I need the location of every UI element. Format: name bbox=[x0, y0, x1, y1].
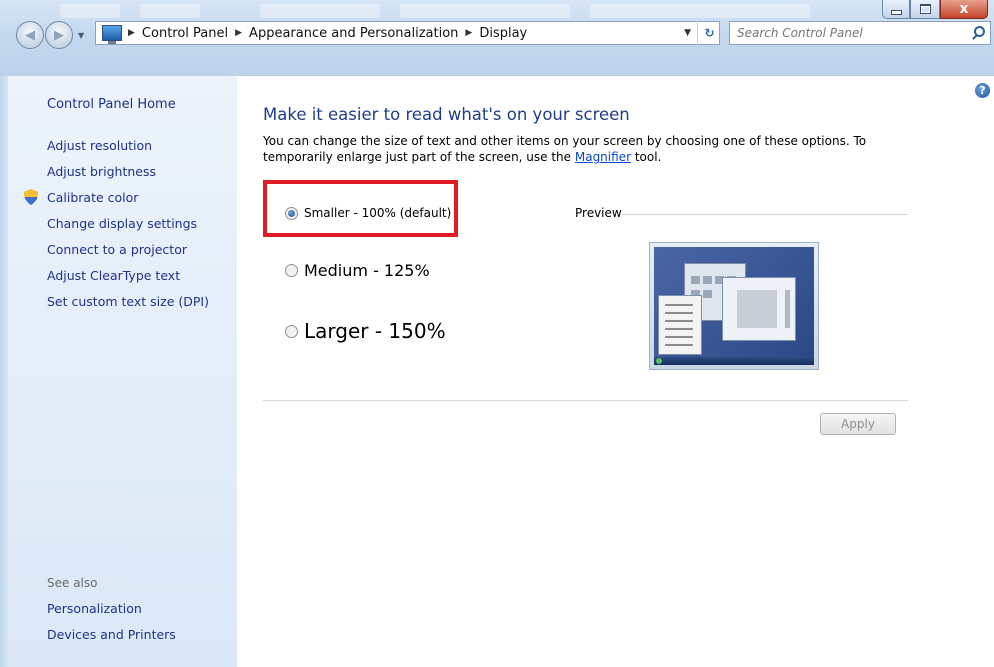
option-medium-label: Medium - 125% bbox=[304, 261, 430, 280]
magnifier-link[interactable]: Magnifier bbox=[575, 150, 631, 164]
preview-window bbox=[722, 277, 796, 341]
preview-divider bbox=[622, 214, 908, 215]
recent-pages-dropdown[interactable]: ▼ bbox=[78, 31, 84, 40]
preview-image bbox=[649, 242, 819, 370]
task-pane: Control Panel Home Adjust resolution Adj… bbox=[8, 76, 237, 667]
preview-label: Preview bbox=[575, 206, 622, 220]
back-button[interactable]: ◀ bbox=[16, 21, 44, 49]
minimize-icon bbox=[890, 9, 902, 15]
preview-screen bbox=[654, 247, 814, 365]
maximize-button[interactable] bbox=[910, 0, 940, 19]
window-frame-left bbox=[0, 76, 8, 667]
sidebar-item-connect-projector[interactable]: Connect to a projector bbox=[47, 241, 209, 267]
description-text: You can change the size of text and othe… bbox=[263, 134, 867, 164]
search-box[interactable] bbox=[729, 21, 991, 45]
window-content: Control Panel Home Adjust resolution Adj… bbox=[8, 76, 994, 667]
crumb-separator-icon[interactable]: ▶ bbox=[235, 28, 242, 38]
maximize-icon bbox=[919, 4, 931, 14]
breadcrumb-display[interactable]: Display bbox=[479, 26, 527, 41]
see-also-links: Personalization Devices and Printers bbox=[47, 600, 176, 652]
task-links: Adjust resolution Adjust brightness Cali… bbox=[47, 137, 209, 319]
search-icon[interactable] bbox=[970, 25, 986, 41]
crumb-separator-icon[interactable]: ▶ bbox=[465, 28, 472, 38]
uac-shield-icon bbox=[24, 189, 38, 205]
preview-window bbox=[658, 295, 702, 355]
sidebar-item-personalization[interactable]: Personalization bbox=[47, 600, 176, 626]
page-description: You can change the size of text and othe… bbox=[263, 133, 883, 165]
see-also-heading: See also bbox=[47, 576, 98, 590]
minimize-button[interactable] bbox=[882, 0, 910, 19]
sidebar-item-calibrate-color[interactable]: Calibrate color bbox=[47, 189, 209, 215]
forward-button[interactable]: ▶ bbox=[45, 21, 73, 49]
refresh-icon: ↻ bbox=[704, 26, 715, 40]
apply-button[interactable]: Apply bbox=[820, 413, 896, 435]
refresh-button[interactable]: ↻ bbox=[697, 21, 721, 45]
address-bar[interactable]: ▶ Control Panel ▶ Appearance and Persona… bbox=[95, 21, 720, 45]
address-dropdown-icon[interactable]: ▼ bbox=[678, 28, 697, 38]
option-larger-label: Larger - 150% bbox=[304, 319, 446, 343]
option-larger[interactable]: Larger - 150% bbox=[285, 319, 446, 343]
sidebar-item-adjust-resolution[interactable]: Adjust resolution bbox=[47, 137, 209, 163]
control-panel-home-link[interactable]: Control Panel Home bbox=[47, 97, 176, 112]
window-controls: x bbox=[882, 0, 988, 19]
page-title: Make it easier to read what's on your sc… bbox=[263, 105, 630, 124]
forward-arrow-icon: ▶ bbox=[54, 27, 64, 43]
back-arrow-icon: ◀ bbox=[25, 27, 35, 43]
sidebar-item-devices-printers[interactable]: Devices and Printers bbox=[47, 626, 176, 652]
title-bar: x ◀ ▶ ▼ ▶ Control Panel ▶ Appearance and… bbox=[0, 0, 994, 76]
option-medium[interactable]: Medium - 125% bbox=[285, 261, 430, 280]
option-smaller-label: Smaller - 100% (default) bbox=[304, 206, 452, 220]
preview-taskbar bbox=[654, 357, 814, 365]
sidebar-item-cleartype[interactable]: Adjust ClearType text bbox=[47, 267, 209, 293]
control-panel-icon bbox=[102, 25, 122, 44]
search-input[interactable] bbox=[730, 25, 964, 41]
sidebar-item-custom-text-size[interactable]: Set custom text size (DPI) bbox=[47, 293, 209, 319]
close-icon: x bbox=[959, 1, 969, 17]
crumb-separator-icon[interactable]: ▶ bbox=[128, 28, 135, 38]
option-smaller[interactable]: Smaller - 100% (default) bbox=[285, 206, 451, 220]
description-text-end: tool. bbox=[631, 150, 662, 164]
breadcrumb-control-panel[interactable]: Control Panel bbox=[142, 26, 228, 41]
sidebar-item-change-display-settings[interactable]: Change display settings bbox=[47, 215, 209, 241]
close-button[interactable]: x bbox=[940, 0, 988, 19]
radio-smaller[interactable] bbox=[285, 206, 298, 220]
radio-larger[interactable] bbox=[285, 324, 298, 338]
radio-medium[interactable] bbox=[285, 264, 298, 277]
breadcrumb-appearance[interactable]: Appearance and Personalization bbox=[249, 26, 458, 41]
sidebar-item-adjust-brightness[interactable]: Adjust brightness bbox=[47, 163, 209, 189]
main-panel: ? Make it easier to read what's on your … bbox=[237, 76, 994, 667]
nav-buttons: ◀ ▶ ▼ bbox=[16, 20, 88, 50]
help-icon[interactable]: ? bbox=[975, 83, 990, 98]
separator bbox=[263, 400, 908, 401]
